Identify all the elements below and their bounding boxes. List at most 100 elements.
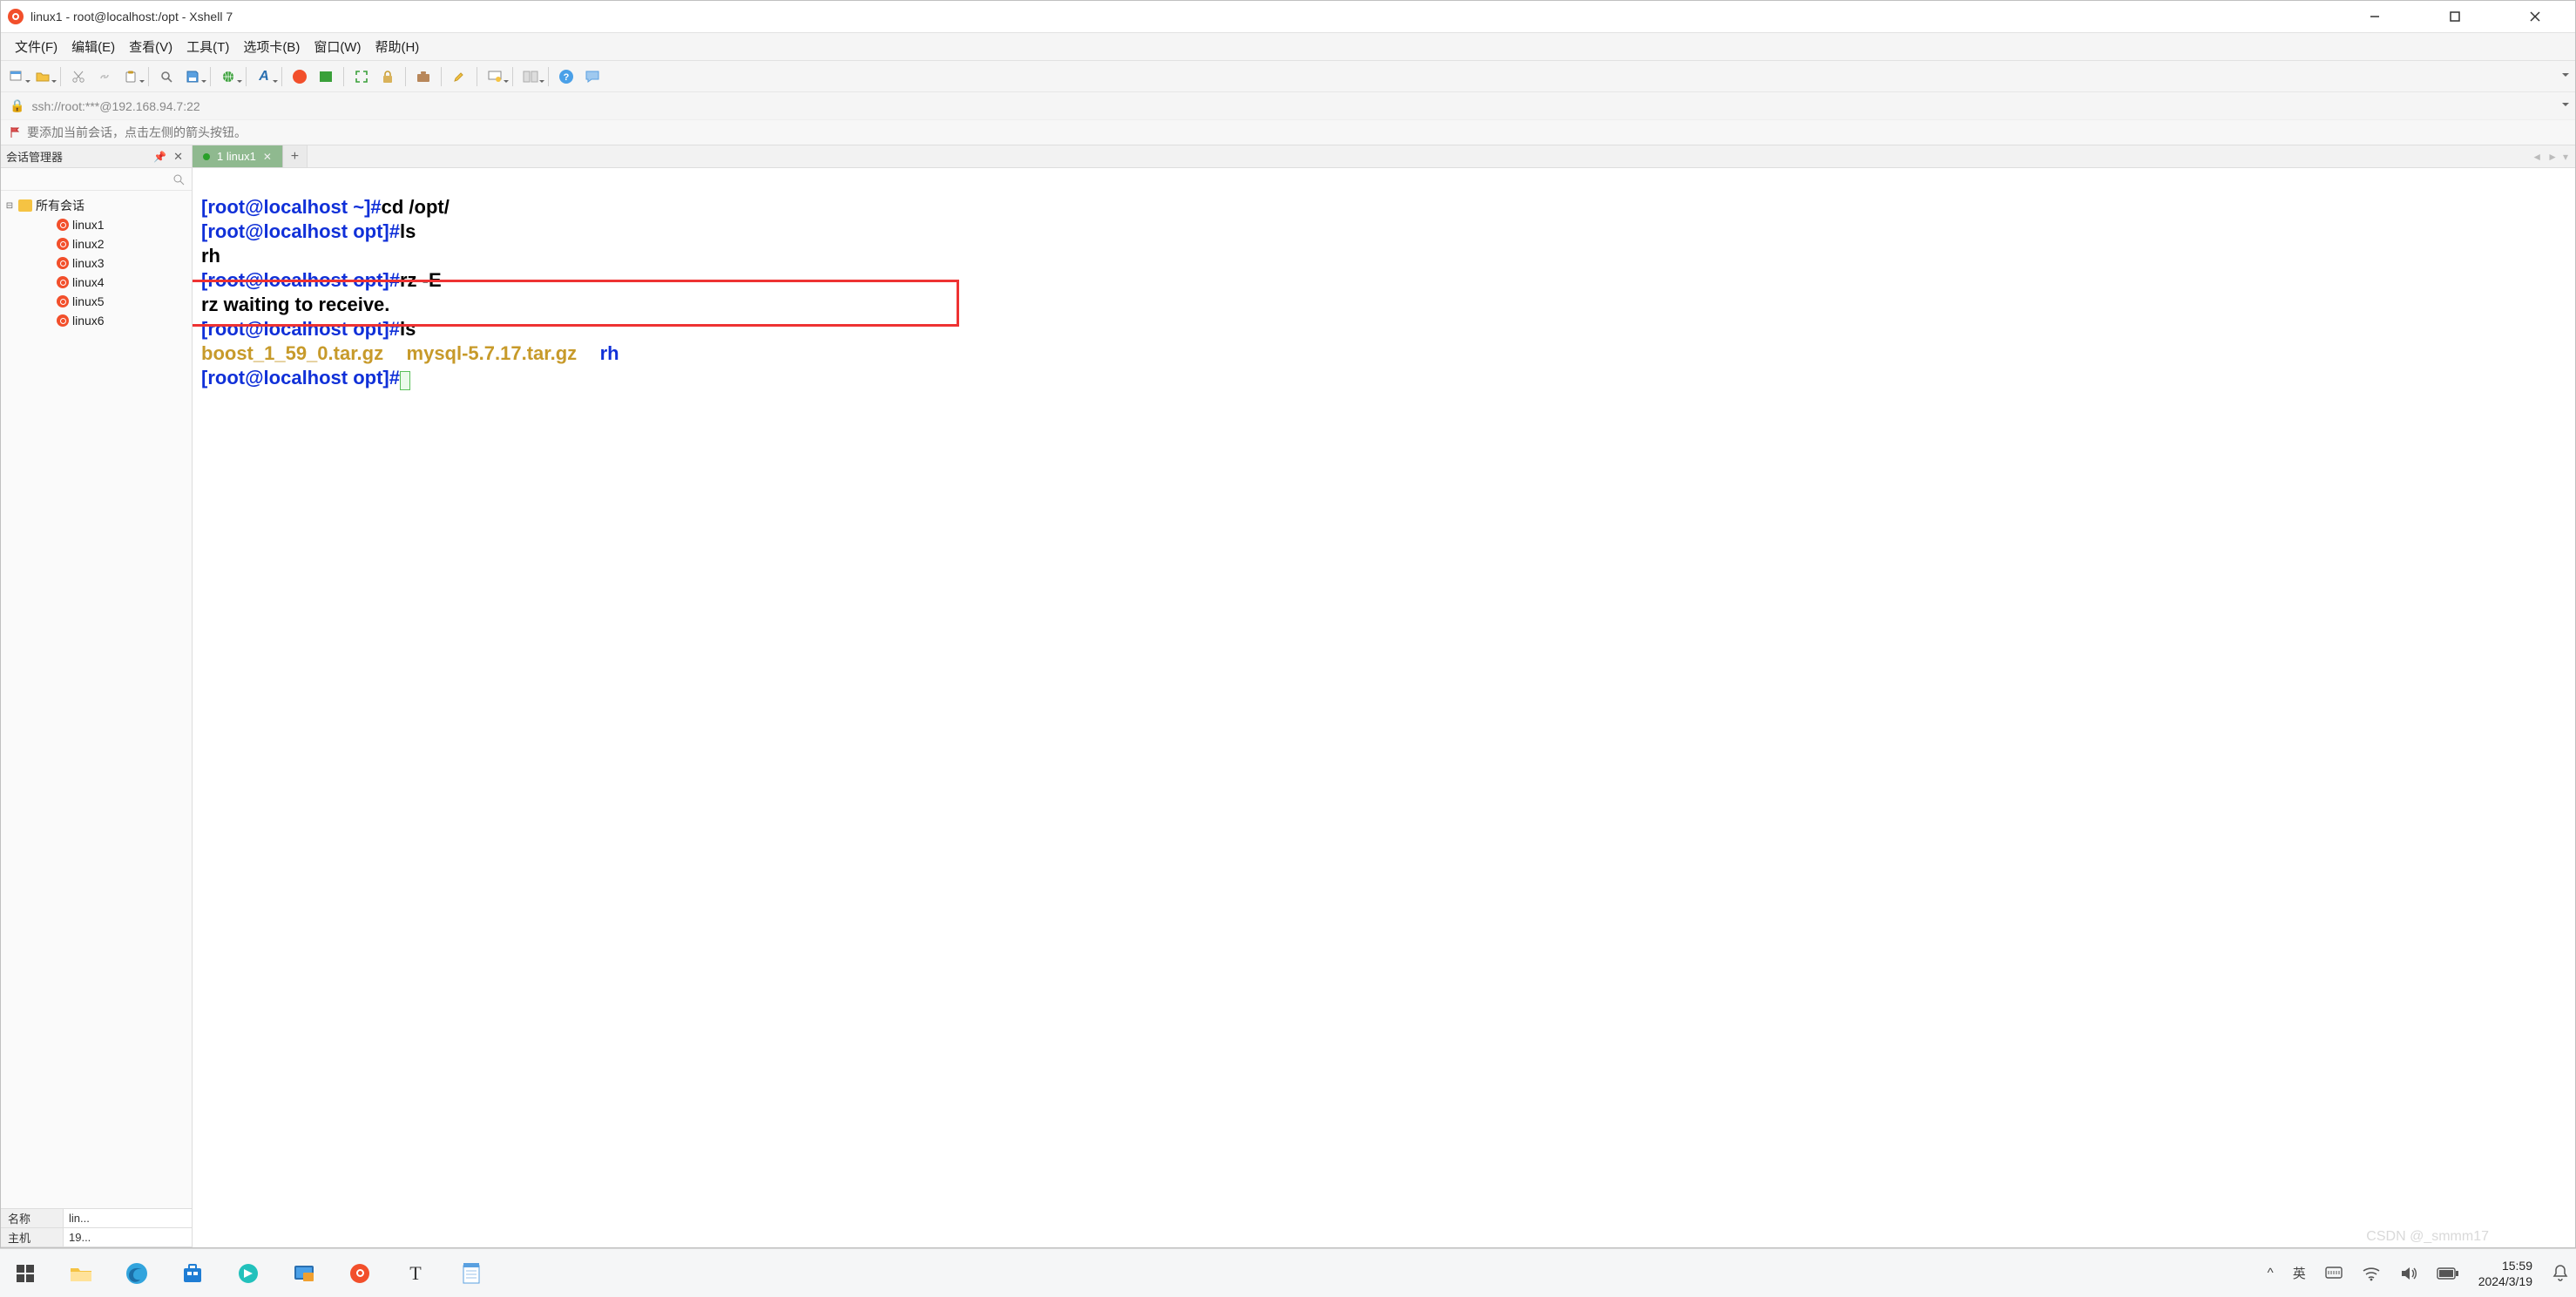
session-panel-title: 会话管理器 [6,148,63,165]
session-item-linux4[interactable]: linux4 [4,273,188,292]
open-folder-icon[interactable] [32,66,53,87]
session-icon [57,314,69,327]
explorer-icon[interactable] [68,1260,94,1287]
address-text: ssh://root:***@192.168.94.7:22 [31,99,199,113]
address-dropdown[interactable] [2556,92,2575,119]
session-search[interactable] [1,168,192,191]
tray-chevron-icon[interactable]: ^ [2268,1266,2274,1280]
tree-root[interactable]: ⊟ 所有会话 [4,196,188,215]
session-icon [57,295,69,307]
lock-toolbar-icon[interactable] [377,66,398,87]
footer-host-label: 主机 [1,1228,64,1247]
svg-text:?: ? [564,72,570,83]
terminal[interactable]: [root@localhost ~]#cd /opt/ [root@localh… [193,168,2575,1247]
panel-close-icon[interactable]: ✕ [170,150,186,164]
close-button[interactable] [2495,1,2575,32]
link-icon[interactable] [94,66,115,87]
menu-help[interactable]: 帮助(H) [369,34,424,59]
vm-icon[interactable] [291,1260,317,1287]
fullscreen-icon[interactable] [351,66,372,87]
session-item-linux6[interactable]: linux6 [4,311,188,330]
menu-file[interactable]: 文件(F) [10,34,63,59]
xshell-task-icon[interactable] [347,1260,373,1287]
tab-list-icon[interactable]: ▾ [2563,151,2568,163]
session-panel-header: 会话管理器 📌 ✕ [1,145,192,168]
edge-icon[interactable] [124,1260,150,1287]
menubar: 文件(F) 编辑(E) 查看(V) 工具(T) 选项卡(B) 窗口(W) 帮助(… [1,32,2575,60]
session-manager-panel: 会话管理器 📌 ✕ ⊟ 所有会话 linux1 linux2 linux3 linux… [1,145,193,1247]
session-icon [57,276,69,288]
chat-icon[interactable] [582,66,603,87]
address-bar[interactable]: 🔒 ssh://root:***@192.168.94.7:22 [1,91,2575,119]
paste-icon[interactable] [120,66,141,87]
tab-add-button[interactable]: + [283,145,308,167]
font-icon[interactable]: A [254,66,274,87]
clock-date: 2024/3/19 [2478,1273,2532,1289]
xshell-window: linux1 - root@localhost:/opt - Xshell 7 … [0,0,2576,1248]
tab-status-dot-icon [203,153,210,160]
layout-icon[interactable] [520,66,541,87]
volume-icon[interactable] [2400,1266,2417,1281]
maximize-button[interactable] [2415,1,2495,32]
highlight-icon[interactable] [449,66,470,87]
session-item-label: linux2 [72,237,105,251]
vscode-icon[interactable] [235,1260,261,1287]
taskbar-clock[interactable]: 15:59 2024/3/19 [2478,1258,2532,1289]
battery-icon[interactable] [2437,1267,2459,1280]
terminal-area: 1 linux1 ✕ + ◄ ► ▾ [root@localhost ~]#cd… [193,145,2575,1247]
titlebar: linux1 - root@localhost:/opt - Xshell 7 [1,1,2575,32]
hint-text: 要添加当前会话，点击左侧的箭头按钮。 [27,124,247,141]
session-item-linux1[interactable]: linux1 [4,215,188,234]
menu-tabs[interactable]: 选项卡(B) [238,34,305,59]
folder-icon [18,199,32,212]
toolbar: A ? [1,60,2575,91]
store-icon[interactable] [179,1260,206,1287]
menu-view[interactable]: 查看(V) [124,34,178,59]
search-icon[interactable] [156,66,177,87]
tab-prev-icon[interactable]: ◄ [2532,151,2542,163]
toolbar-overflow[interactable] [2556,61,2575,91]
help-icon[interactable]: ? [556,66,577,87]
flag-icon [10,126,22,138]
tab-close-icon[interactable]: ✕ [263,151,272,163]
system-tray: ^ 英 15:59 2024/3/19 [2268,1258,2569,1289]
search-small-icon [172,173,185,186]
ime-indicator[interactable]: 英 [2293,1264,2306,1282]
briefcase-icon[interactable] [413,66,434,87]
new-session-icon[interactable] [6,66,27,87]
menu-edit[interactable]: 编辑(E) [66,34,120,59]
session-panel-footer: 名称 lin... 主机 19... [1,1208,192,1247]
start-icon[interactable] [12,1260,38,1287]
notifications-icon[interactable] [2552,1264,2569,1283]
session-item-label: linux4 [72,275,105,289]
session-item-label: linux5 [72,294,105,308]
lock-icon: 🔒 [10,98,24,113]
session-item-linux2[interactable]: linux2 [4,234,188,253]
xshell-red-icon[interactable] [289,66,310,87]
session-tree: ⊟ 所有会话 linux1 linux2 linux3 linux4 linux5 lin… [1,191,192,335]
session-icon [57,238,69,250]
menu-window[interactable]: 窗口(W) [308,34,366,59]
session-item-linux5[interactable]: linux5 [4,292,188,311]
clock-time: 15:59 [2478,1258,2532,1273]
ime-mode-icon[interactable] [2325,1265,2343,1282]
green-panel-icon[interactable] [315,66,336,87]
wifi-icon[interactable] [2362,1266,2381,1281]
session-icon [57,257,69,269]
tab-next-icon[interactable]: ► [2547,151,2558,163]
globe-icon[interactable] [218,66,239,87]
tab-label: 1 linux1 [217,150,256,163]
minimize-button[interactable] [2335,1,2415,32]
save-icon[interactable] [182,66,203,87]
session-item-linux3[interactable]: linux3 [4,253,188,273]
screen-icon[interactable] [484,66,505,87]
pin-icon[interactable]: 📌 [150,151,170,163]
tab-linux1[interactable]: 1 linux1 ✕ [193,145,283,167]
notepad-icon[interactable] [458,1260,484,1287]
cut-icon[interactable] [68,66,89,87]
menu-tools[interactable]: 工具(T) [181,34,234,59]
tree-root-label: 所有会话 [36,197,85,214]
collapse-icon[interactable]: ⊟ [4,201,15,211]
text-cursor-icon[interactable]: T [402,1260,429,1287]
session-item-label: linux1 [72,218,105,232]
